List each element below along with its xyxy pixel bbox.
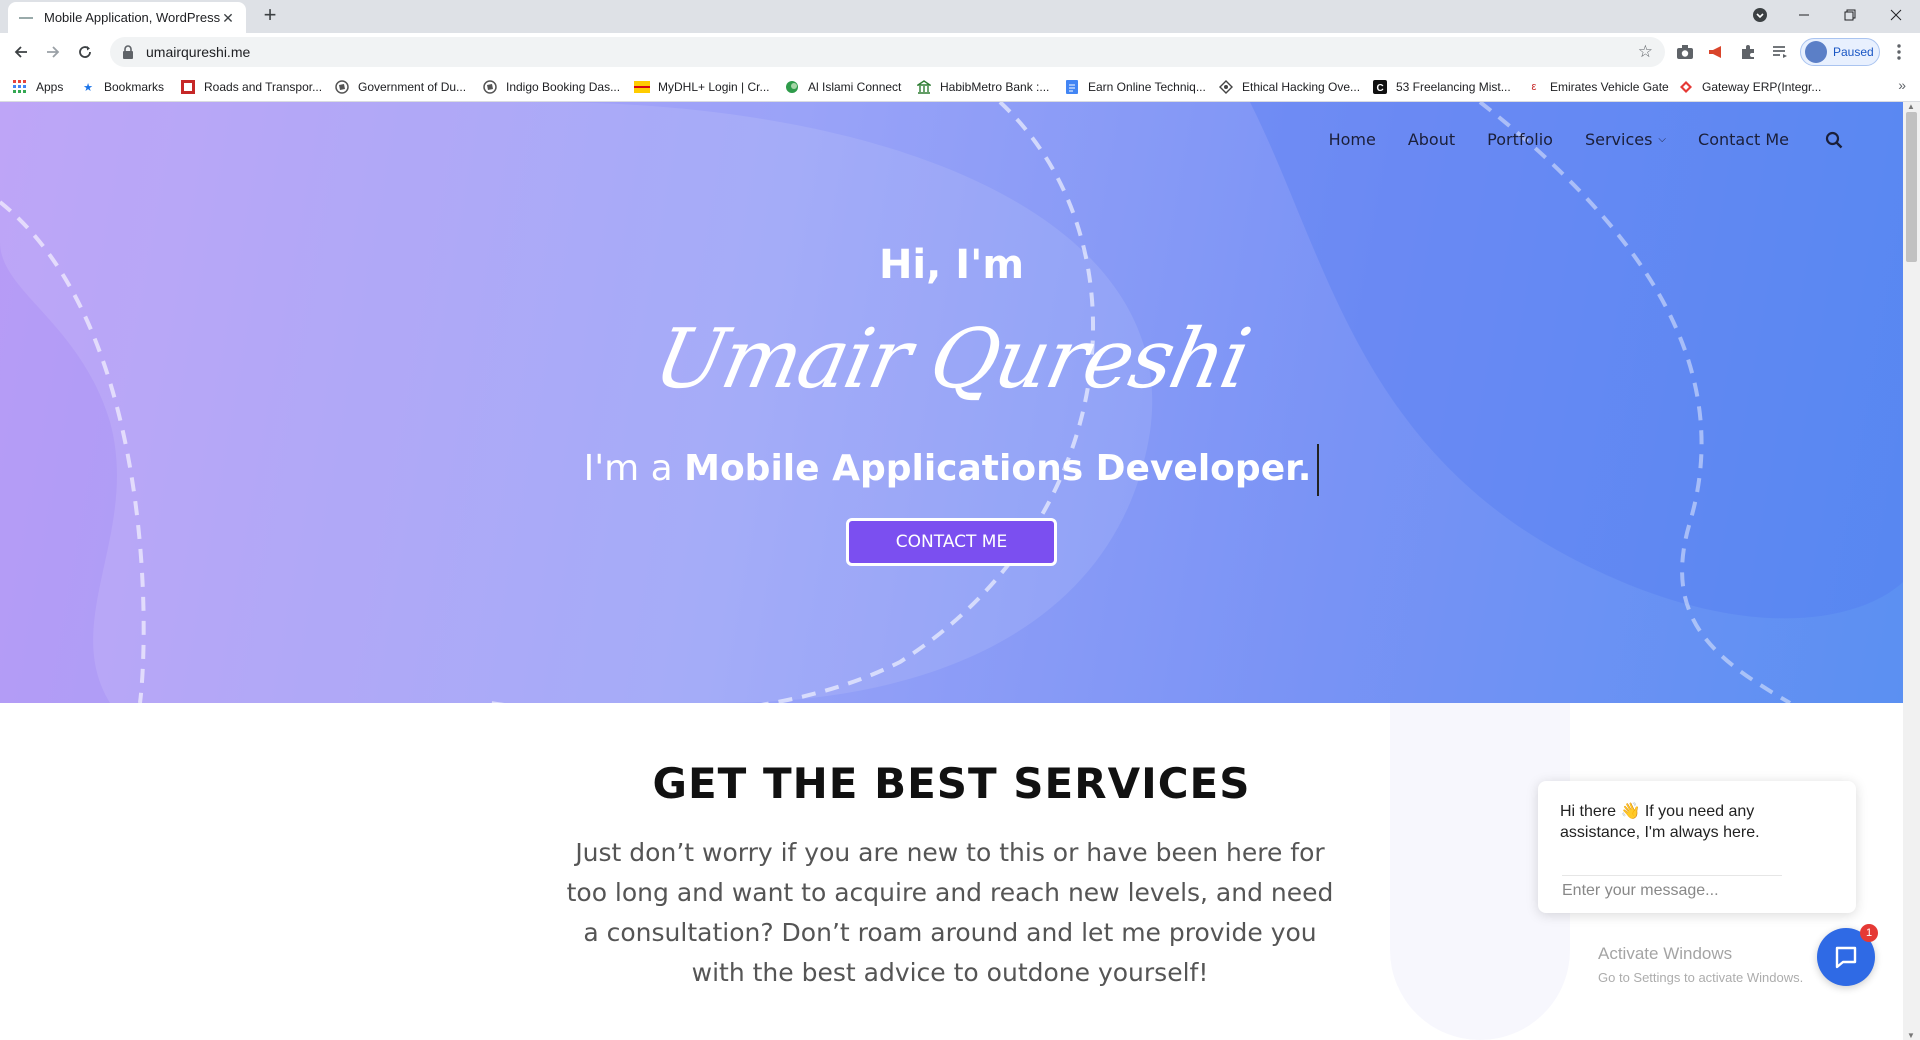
nav-portfolio[interactable]: Portfolio <box>1487 130 1553 149</box>
nav-services-label: Services <box>1584 130 1653 149</box>
tab-search-icon[interactable] <box>1738 0 1782 30</box>
camera-icon[interactable] <box>1675 42 1695 62</box>
tab-title: Mobile Application, WordPress D <box>44 10 220 25</box>
close-window-icon[interactable] <box>1874 0 1918 30</box>
bookmark-label: Roads and Transpor... <box>204 80 323 94</box>
services-description: Just don’t worry if you are new to this … <box>566 838 1334 987</box>
docs-icon <box>1064 79 1080 95</box>
page-scrollbar[interactable]: ▲ ▼ <box>1903 102 1920 1040</box>
more-bookmarks-icon[interactable]: » <box>1898 77 1906 93</box>
tagline-prefix: I'm a <box>583 448 673 489</box>
contact-me-button[interactable]: CONTACT ME <box>846 518 1057 566</box>
gateway-icon <box>1678 79 1694 95</box>
chat-notification-badge: 1 <box>1860 924 1878 942</box>
dhl-icon <box>634 79 650 95</box>
bookmark-item[interactable]: ε Emirates Vehicle Gate <box>1526 77 1669 97</box>
bookmark-label: Emirates Vehicle Gate <box>1550 80 1669 94</box>
bookmark-item[interactable]: Gateway ERP(Integr... <box>1678 77 1821 97</box>
megaphone-extension-icon[interactable] <box>1706 42 1726 62</box>
bookmark-label: Gateway ERP(Integr... <box>1702 80 1822 94</box>
bookmarks-bar: Apps ★ Bookmarks Roads and Transpor... G… <box>0 71 1920 102</box>
bank-icon <box>916 79 932 95</box>
chat-popup: Hi there 👋 If you need any assistance, I… <box>1538 781 1856 913</box>
hero-greeting: Hi, I'm <box>878 242 1025 288</box>
activate-windows-watermark: Activate Windows <box>1598 944 1733 963</box>
svg-text:C: C <box>1377 83 1384 94</box>
bookmark-item[interactable]: Indigo Booking Das... <box>482 77 620 97</box>
globe-icon <box>482 79 498 95</box>
bookmark-label: Earn Online Techniq... <box>1088 80 1206 94</box>
restore-icon[interactable] <box>1828 0 1872 30</box>
nav-about[interactable]: About <box>1408 130 1455 149</box>
apps-grid-icon <box>12 79 28 95</box>
bookmark-item[interactable]: HabibMetro Bank :... <box>916 77 1049 97</box>
back-icon[interactable] <box>8 39 34 65</box>
browser-toolbar: umairqureshi.me ☆ Paused <box>0 33 1920 71</box>
bookmark-label: Indigo Booking Das... <box>506 80 621 94</box>
site-navigation: Home About Portfolio Services ⌵ Contact … <box>1297 130 1843 149</box>
bookmark-item[interactable]: C 53 Freelancing Mist... <box>1372 77 1511 97</box>
new-tab-button[interactable]: + <box>258 4 282 28</box>
bookmark-star-icon[interactable]: ☆ <box>1638 42 1653 62</box>
tagline-role: Mobile Applications Developer. <box>684 448 1312 489</box>
bookmark-item[interactable]: Earn Online Techniq... <box>1064 77 1206 97</box>
chat-bubble-icon <box>1835 946 1857 969</box>
diamond-icon <box>1218 79 1234 95</box>
lock-icon <box>123 45 133 59</box>
vehicle-gate-icon: ε <box>1531 81 1537 93</box>
typing-caret <box>1317 444 1320 496</box>
hero-tagline: I'm a Mobile Applications Developer. <box>0 444 1903 496</box>
bookmark-item[interactable]: ★ Bookmarks <box>80 77 164 97</box>
scroll-up-arrow-icon[interactable]: ▲ <box>1907 102 1916 111</box>
star-icon: ★ <box>83 81 93 94</box>
rta-icon <box>180 79 196 95</box>
bookmark-label: Ethical Hacking Ove... <box>1242 80 1361 94</box>
profile-status: Paused <box>1833 45 1874 59</box>
bookmark-label: 53 Freelancing Mist... <box>1396 80 1511 94</box>
browser-tab[interactable]: Mobile Application, WordPress D ✕ <box>8 2 246 33</box>
minimize-icon[interactable] <box>1782 0 1826 30</box>
scroll-thumb[interactable] <box>1906 112 1917 262</box>
reload-icon[interactable] <box>72 39 98 65</box>
avatar <box>1805 41 1827 63</box>
profile-button[interactable]: Paused <box>1800 38 1880 66</box>
address-bar[interactable]: umairqureshi.me ☆ <box>110 37 1665 67</box>
nav-home[interactable]: Home <box>1329 130 1376 149</box>
globe-icon <box>334 79 350 95</box>
nav-services[interactable]: Services ⌵ <box>1585 130 1666 149</box>
bookmark-label: Al Islami Connect <box>808 80 902 94</box>
bookmark-item[interactable]: Roads and Transpor... <box>180 77 322 97</box>
forward-icon[interactable] <box>40 39 66 65</box>
hero-name-signature: Umair Qureshi <box>646 312 1257 407</box>
search-icon[interactable] <box>1825 131 1843 149</box>
nav-contact[interactable]: Contact Me <box>1698 130 1789 149</box>
reading-list-icon[interactable] <box>1770 42 1790 62</box>
hero-section: Home About Portfolio Services ⌵ Contact … <box>0 102 1903 703</box>
activate-windows-subtitle: Go to Settings to activate Windows. <box>1598 970 1804 985</box>
scroll-down-arrow-icon[interactable]: ▼ <box>1907 1031 1916 1040</box>
al-islami-icon <box>784 79 800 95</box>
bookmark-item[interactable]: MyDHL+ Login | Cr... <box>634 77 770 97</box>
bookmark-label: Bookmarks <box>104 80 165 94</box>
c-logo-icon: C <box>1372 79 1388 95</box>
browser-menu-icon[interactable] <box>1889 42 1909 62</box>
chat-message-input[interactable]: Enter your message... <box>1562 875 1782 900</box>
chevron-down-icon: ⌵ <box>1658 134 1667 145</box>
bookmark-item[interactable]: Al Islami Connect <box>784 77 901 97</box>
bookmark-item[interactable]: Government of Du... <box>334 77 466 97</box>
chat-greeting: Hi there 👋 If you need any assistance, I… <box>1560 803 1760 841</box>
bookmark-label: Apps <box>36 80 64 94</box>
tab-strip: Mobile Application, WordPress D ✕ + <box>0 0 1920 33</box>
site-favicon-icon <box>18 10 34 26</box>
bookmark-label: HabibMetro Bank :... <box>940 80 1050 94</box>
bookmark-label: Government of Du... <box>358 80 467 94</box>
bookmark-item[interactable]: Ethical Hacking Ove... <box>1218 77 1360 97</box>
bookmark-label: MyDHL+ Login | Cr... <box>658 80 770 94</box>
url-text: umairqureshi.me <box>146 44 251 60</box>
apps-shortcut[interactable]: Apps <box>12 77 63 97</box>
extensions-puzzle-icon[interactable] <box>1738 42 1758 62</box>
close-tab-icon[interactable]: ✕ <box>220 10 236 26</box>
